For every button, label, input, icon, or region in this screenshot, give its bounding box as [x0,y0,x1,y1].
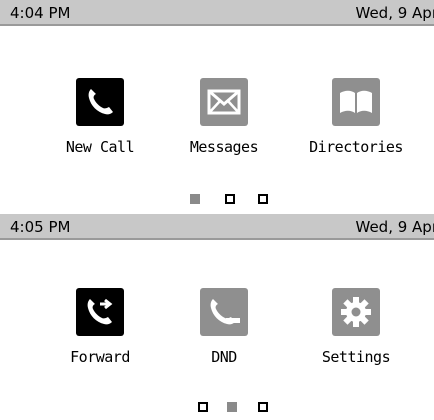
page-indicator [190,402,280,416]
home-screen-page-2: 4:05 PM Wed, 9 Apr Forward DND [0,210,434,420]
page-dot-3[interactable] [258,402,268,412]
page-dot-1[interactable] [190,194,200,204]
status-date: Wed, 9 Apr [356,4,434,22]
messages-label: Messages [164,138,284,156]
forward-button[interactable]: Forward [40,288,160,366]
gear-icon [332,288,380,336]
directories-button[interactable]: Directories [296,78,416,156]
open-book-icon [332,78,380,126]
home-screen-page-1: 4:04 PM Wed, 9 Apr New Call Messages [0,0,434,210]
messages-button[interactable]: Messages [164,78,284,156]
page-dot-2[interactable] [225,194,235,204]
settings-label: Settings [296,348,416,366]
page-dot-1[interactable] [198,402,208,412]
phone-handset-icon [76,78,124,126]
status-bar: 4:05 PM Wed, 9 Apr [0,214,434,240]
do-not-disturb-icon [200,288,248,336]
new-call-label: New Call [40,138,160,156]
page-indicator [190,194,280,208]
forward-label: Forward [40,348,160,366]
status-time: 4:04 PM [10,4,70,22]
status-bar: 4:04 PM Wed, 9 Apr [0,0,434,26]
page-dot-2[interactable] [227,402,237,412]
call-forward-icon [76,288,124,336]
page-dot-3[interactable] [258,194,268,204]
status-time: 4:05 PM [10,218,70,236]
settings-button[interactable]: Settings [296,288,416,366]
new-call-button[interactable]: New Call [40,78,160,156]
dnd-button[interactable]: DND [164,288,284,366]
directories-label: Directories [296,138,416,156]
envelope-icon [200,78,248,126]
status-date: Wed, 9 Apr [356,218,434,236]
dnd-label: DND [164,348,284,366]
